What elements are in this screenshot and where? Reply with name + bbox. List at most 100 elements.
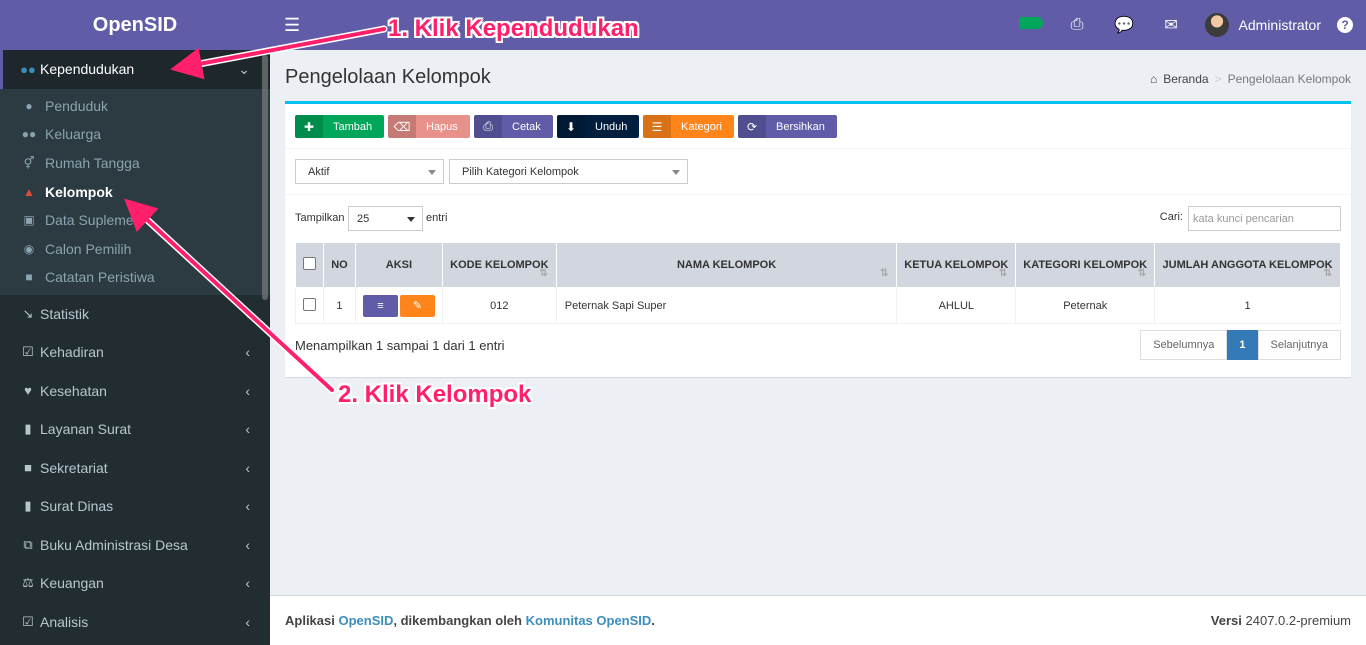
footer-prefix: Aplikasi xyxy=(285,613,335,628)
tambah-button[interactable]: ✚ Tambah xyxy=(295,115,384,138)
sidebar-subitem-data-suplemen[interactable]: ▣ Data Suplemen xyxy=(0,206,270,235)
archive-icon: ■ xyxy=(24,460,32,476)
refresh-icon: ⟳ xyxy=(738,115,766,138)
rincian-button[interactable]: ≡ xyxy=(362,294,398,317)
toolbar: ✚ Tambah ⌫ Hapus ⎙ Cetak ⬇ Unduh ☰ Kategori ⟳… xyxy=(295,115,837,138)
column-header-ketua[interactable]: KETUA KELOMPOK ⇅ xyxy=(896,242,1017,288)
select-all-checkbox[interactable] xyxy=(302,257,316,270)
comments-icon[interactable]: 💬 xyxy=(1101,15,1148,35)
unduh-button[interactable]: ⬇ Unduh xyxy=(557,115,639,138)
sidebar-item-sekretariat[interactable]: ■ Sekretariat ‹ xyxy=(0,449,270,488)
sidebar-item-layanan-surat[interactable]: ▮ Layanan Surat ‹ xyxy=(0,410,270,449)
sidebar-subitem-penduduk[interactable]: ● Penduduk xyxy=(0,92,270,121)
breadcrumb: ⌂ Beranda > Pengelolaan Kelompok xyxy=(1150,72,1351,86)
footer-middle: , dikembangkan oleh xyxy=(393,613,522,628)
footer-version: Versi 2407.0.2-premium xyxy=(1211,613,1351,628)
row-checkbox[interactable] xyxy=(302,297,316,311)
footer-credits: Aplikasi OpenSID, dikembangkan oleh Komu… xyxy=(285,613,655,628)
breadcrumb-home[interactable]: Beranda xyxy=(1163,72,1208,86)
pagination-previous[interactable]: Sebelumnya xyxy=(1140,330,1228,360)
kategori-button[interactable]: ☰ Kategori xyxy=(643,115,734,138)
button-label: Tambah xyxy=(333,120,373,133)
sidebar-item-kehadiran[interactable]: ☑ Kehadiran ‹ xyxy=(0,333,270,372)
sitemap-icon: ▲ xyxy=(23,184,35,199)
button-label: Unduh xyxy=(595,120,628,133)
status-select[interactable]: Aktif xyxy=(295,159,444,184)
page-length-select[interactable]: 25 xyxy=(348,206,423,231)
print-icon[interactable]: ⎙ xyxy=(1054,16,1101,34)
calendar-check-icon: ☑ xyxy=(22,344,34,360)
column-header-jumlah[interactable]: JUMLAH ANGGOTA KELOMPOK ⇅ xyxy=(1154,242,1341,288)
sidebar-submenu: ● Penduduk ●● Keluarga ⚥ Rumah Tangga ▲ Kelo… xyxy=(0,88,270,295)
help-icon[interactable]: ? xyxy=(1337,17,1353,33)
sidebar-item-keuangan[interactable]: ⚖ Keuangan ‹ xyxy=(0,564,270,603)
show-entries-label: Tampilkan xyxy=(295,212,345,224)
content-wrapper: Pengelolaan Kelompok ⌂ Beranda > Pengelo… xyxy=(270,50,1366,595)
sidebar: OpenSID ●● Kependudukan ⌄ ● Penduduk ●● Ke… xyxy=(0,0,270,645)
sidebar-scrollbar[interactable] xyxy=(262,55,268,300)
button-label: Hapus xyxy=(426,120,458,133)
cetak-button[interactable]: ⎙ Cetak xyxy=(474,115,553,138)
user-menu[interactable]: Administrator xyxy=(1204,13,1321,37)
column-header-label: KETUA KELOMPOK xyxy=(904,259,1009,271)
list-icon: ≡ xyxy=(377,299,384,312)
sidebar-item-analisis[interactable]: ☑ Analisis ‹ xyxy=(0,603,270,642)
sidebar-item-surat-dinas[interactable]: ▮ Surat Dinas ‹ xyxy=(0,487,270,526)
chevron-down-icon: ⌄ xyxy=(238,60,250,77)
battery-icon[interactable] xyxy=(1007,16,1054,34)
sidebar-item-statistik[interactable]: ↘ Statistik ‹ xyxy=(0,295,270,334)
search-label: Cari: xyxy=(1159,211,1183,223)
column-header-nama[interactable]: NAMA KELOMPOK ⇅ xyxy=(555,242,898,288)
column-header-no[interactable]: NO xyxy=(322,242,356,288)
cell-jumlah: 1 xyxy=(1154,287,1341,324)
sort-icon: ⇅ xyxy=(1323,268,1332,279)
sidebar-subitem-rumah-tangga[interactable]: ⚥ Rumah Tangga xyxy=(0,149,270,178)
button-label: Cetak xyxy=(512,120,541,133)
pagination-page-1[interactable]: 1 xyxy=(1227,330,1258,360)
envelope-icon[interactable]: ✉ xyxy=(1148,15,1195,35)
sidebar-subitem-keluarga[interactable]: ●● Keluarga xyxy=(0,120,270,149)
navbar-right: ⎙ 💬 ✉ Administrator ? xyxy=(1007,0,1366,50)
chevron-left-icon: ‹ xyxy=(245,613,250,630)
sidebar-item-label: Kehadiran xyxy=(40,344,104,361)
caret-down-icon xyxy=(672,170,680,175)
chevron-left-icon: ‹ xyxy=(245,536,250,553)
sidebar-item-label: Kependudukan xyxy=(40,61,135,78)
print-icon: ⎙ xyxy=(474,115,502,138)
column-header-kode[interactable]: KODE KELOMPOK ⇅ xyxy=(441,242,557,288)
sidebar-subitem-label: Data Suplemen xyxy=(45,212,142,229)
search-input[interactable]: kata kunci pencarian xyxy=(1188,206,1341,231)
balance-scale-icon: ⚖ xyxy=(22,575,34,591)
annotation-step-2: 2. Klik Kelompok xyxy=(338,381,532,408)
sidebar-item-kesehatan[interactable]: ♥ Kesehatan ‹ xyxy=(0,372,270,411)
sidebar-subitem-catatan-peristiwa[interactable]: ■ Catatan Peristiwa xyxy=(0,263,270,292)
row-checkbox-cell xyxy=(295,287,324,324)
hapus-button[interactable]: ⌫ Hapus xyxy=(388,115,470,138)
sidebar-item-label: Layanan Surat xyxy=(40,421,132,438)
page-title: Pengelolaan Kelompok xyxy=(285,66,491,88)
bersihkan-button[interactable]: ⟳ Bersihkan xyxy=(738,115,837,138)
sidebar-subitem-label: Kelompok xyxy=(45,183,113,200)
pagination-next[interactable]: Selanjutnya xyxy=(1257,330,1341,360)
users-icon: ●● xyxy=(20,61,36,77)
sidebar-item-label: Sekretariat xyxy=(40,459,108,476)
line-chart-icon: ↘ xyxy=(22,305,34,321)
sidebar-item-kependudukan[interactable]: ●● Kependudukan ⌄ xyxy=(0,50,270,89)
hamburger-menu-icon[interactable]: ☰ xyxy=(270,15,310,36)
sidebar-item-buku-administrasi-desa[interactable]: ⧉ Buku Administrasi Desa ‹ xyxy=(0,526,270,565)
edit-button[interactable]: ✎ xyxy=(399,294,435,317)
kategori-select[interactable]: Pilih Kategori Kelompok xyxy=(449,159,688,184)
komunitas-link[interactable]: Komunitas OpenSID xyxy=(526,613,652,628)
sidebar-subitem-kelompok[interactable]: ▲ Kelompok xyxy=(0,177,270,206)
opensid-link[interactable]: OpenSID xyxy=(338,613,393,628)
plus-icon: ✚ xyxy=(295,115,323,138)
sidebar-subitem-calon-pemilih[interactable]: ◉ Calon Pemilih xyxy=(0,234,270,263)
sort-icon: ⇅ xyxy=(1137,268,1147,279)
breadcrumb-current: Pengelolaan Kelompok xyxy=(1227,72,1351,86)
app-logo[interactable]: OpenSID xyxy=(0,0,270,50)
version-value: 2407.0.2-premium xyxy=(1245,613,1352,628)
column-header-label: KODE KELOMPOK xyxy=(450,259,549,271)
column-header-kategori[interactable]: KATEGORI KELOMPOK ⇅ xyxy=(1015,242,1156,288)
download-icon: ⬇ xyxy=(557,115,585,138)
edit-icon: ✎ xyxy=(412,299,423,312)
